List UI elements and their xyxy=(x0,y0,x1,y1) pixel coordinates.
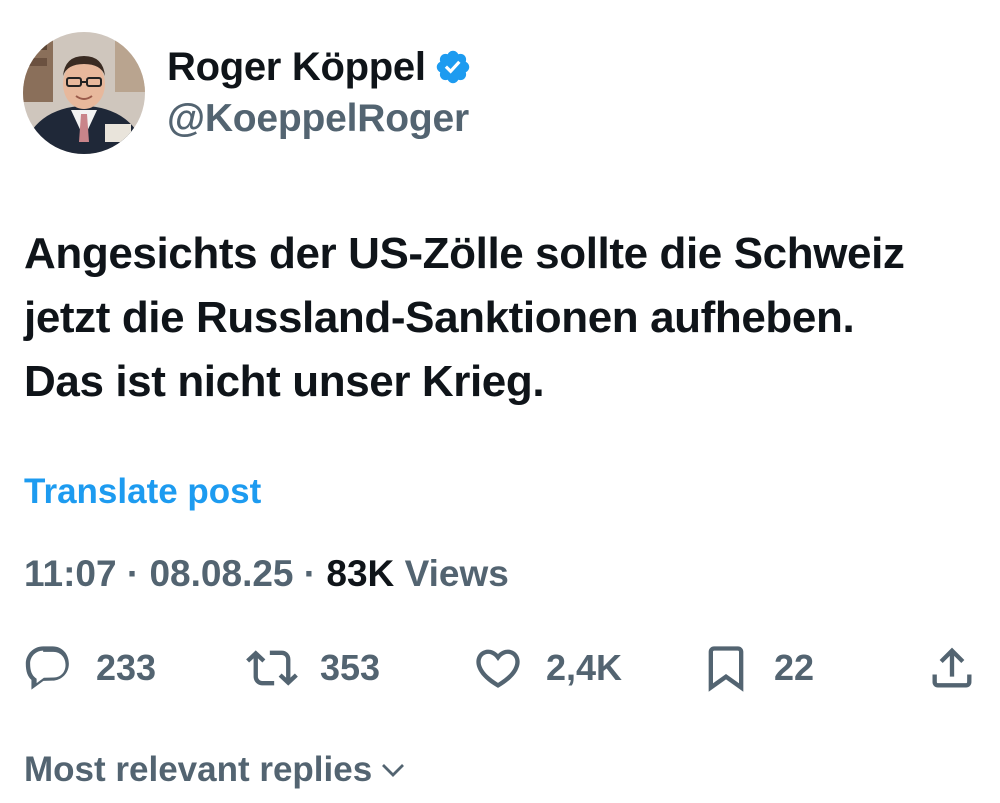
replies-sort-label: Most relevant replies xyxy=(24,750,373,789)
share-icon xyxy=(932,647,972,688)
views-count: 83K xyxy=(326,553,395,594)
author-display-name[interactable]: Roger Köppel xyxy=(167,45,426,90)
meta-separator: · xyxy=(116,553,150,594)
post-text-line: Angesichts der US-Zölle sollte die Schwe… xyxy=(24,229,905,278)
post-text: Angesichts der US-Zölle sollte die Schwe… xyxy=(24,222,984,414)
share-button[interactable] xyxy=(926,638,978,698)
post-text-line: jetzt die Russland-Sanktionen aufheben. xyxy=(24,293,855,342)
like-button[interactable]: 2,4K xyxy=(472,638,622,698)
post-meta: 11:07 · 08.08.25 · 83K Views xyxy=(24,553,509,595)
bookmark-count: 22 xyxy=(774,647,815,688)
repost-count: 353 xyxy=(320,647,381,688)
author-name-row[interactable]: Roger Köppel xyxy=(167,44,472,90)
reply-count: 233 xyxy=(96,647,157,688)
action-bar: 233 353 2,4K 22 xyxy=(0,638,1000,698)
post-text-line: Das ist nicht unser Krieg. xyxy=(24,357,545,406)
repost-button[interactable]: 353 xyxy=(246,638,380,698)
bookmark-icon xyxy=(708,646,744,692)
post-date[interactable]: 08.08.25 xyxy=(149,553,293,594)
chevron-down-icon xyxy=(382,764,405,777)
like-count: 2,4K xyxy=(546,647,623,688)
reply-button[interactable]: 233 xyxy=(22,638,156,698)
author-handle[interactable]: @KoeppelRoger xyxy=(167,97,469,141)
views-label: Views xyxy=(394,553,509,594)
translate-post-link[interactable]: Translate post xyxy=(24,472,261,512)
meta-separator: · xyxy=(293,553,327,594)
repost-icon xyxy=(246,650,298,686)
avatar[interactable] xyxy=(23,32,145,154)
verified-badge-icon xyxy=(434,48,472,86)
reply-icon xyxy=(25,646,69,690)
post-time[interactable]: 11:07 xyxy=(24,553,117,594)
bookmark-button[interactable]: 22 xyxy=(700,638,814,698)
replies-sort-dropdown[interactable]: Most relevant replies xyxy=(24,750,408,790)
heart-icon xyxy=(476,649,520,688)
